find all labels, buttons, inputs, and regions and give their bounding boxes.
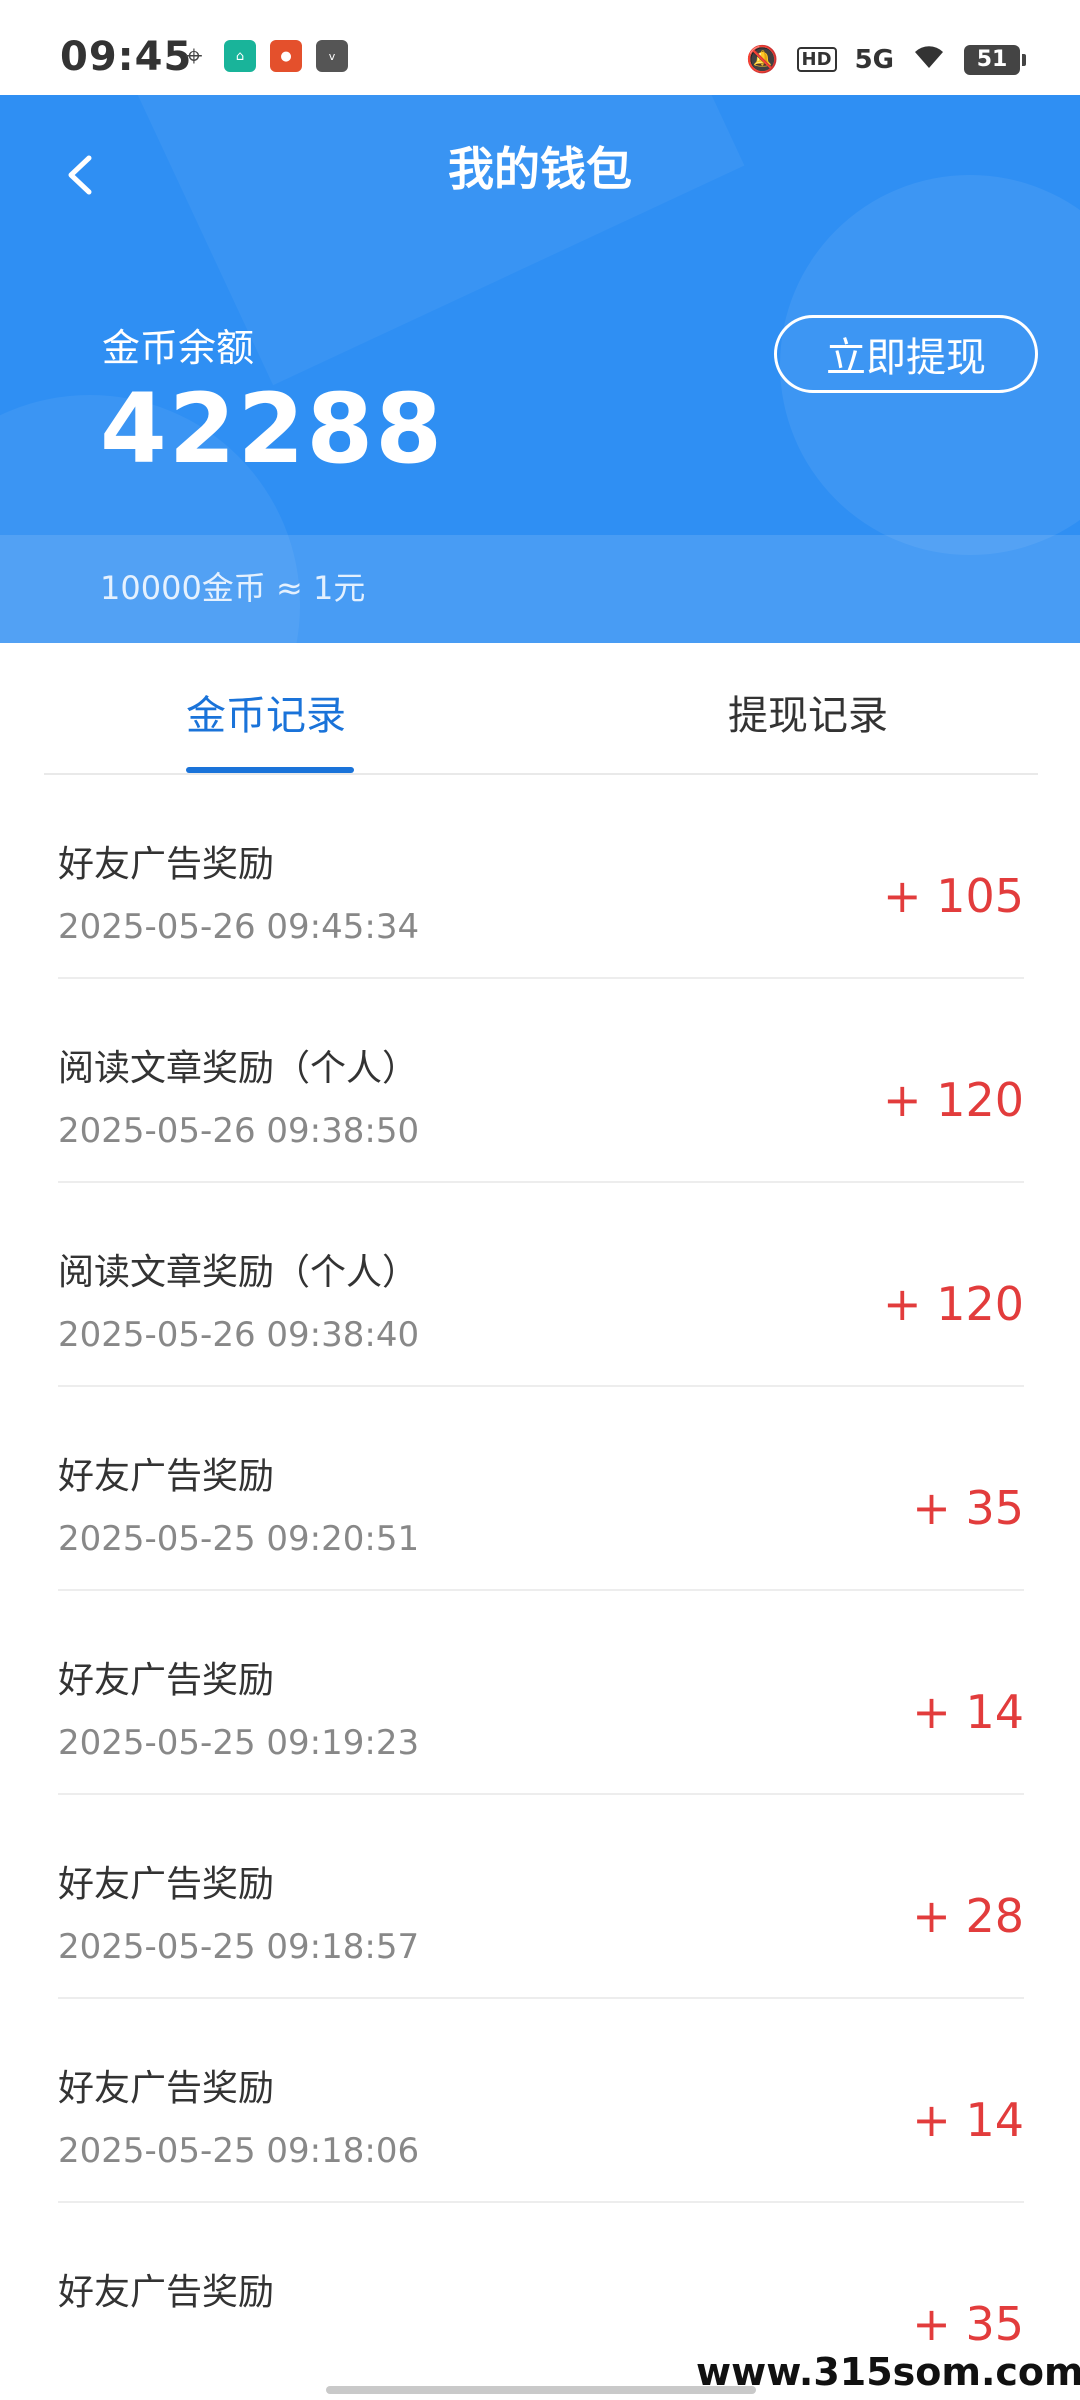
exchange-rate-strip: 10000金币 ≈ 1元: [0, 535, 1080, 643]
status-left-icons: ⌖ ⌂ ● v: [178, 38, 348, 74]
record-time: 2025-05-26 09:38:50: [58, 1111, 420, 1151]
app-notification-icon: ●: [270, 40, 302, 72]
status-time: 09:45: [60, 34, 193, 80]
wifi-icon: [912, 42, 946, 77]
tab-coin-records[interactable]: 金币记录: [186, 683, 346, 741]
list-item[interactable]: 好友广告奖励 2025-05-25 09:19:23 + 14: [58, 1591, 1024, 1795]
record-amount: + 14: [912, 1685, 1024, 1739]
record-time: 2025-05-25 09:20:51: [58, 1519, 420, 1559]
signal-5g-icon: 5G: [854, 44, 894, 75]
record-title: 阅读文章奖励（个人）: [58, 1252, 419, 1293]
record-time: 2025-05-25 09:19:23: [58, 1723, 420, 1763]
list-item[interactable]: 好友广告奖励 2025-05-25 09:18:06 + 14: [58, 1999, 1024, 2203]
record-time: 2025-05-26 09:38:40: [58, 1315, 420, 1355]
record-time: 2025-05-25 09:18:57: [58, 1927, 420, 1967]
wallet-header: 我的钱包 金币余额 42288 立即提现 10000金币 ≈ 1元: [0, 95, 1080, 643]
record-title: 好友广告奖励: [58, 2272, 275, 2313]
record-amount: + 105: [883, 869, 1024, 923]
record-title: 阅读文章奖励（个人）: [58, 1048, 419, 1089]
list-item[interactable]: 阅读文章奖励（个人） 2025-05-26 09:38:50 + 120: [58, 979, 1024, 1183]
status-right-icons: 🔕 HD 5G 51: [746, 42, 1026, 77]
record-title: 好友广告奖励: [58, 844, 275, 885]
record-tabs: 金币记录 提现记录: [44, 643, 1038, 775]
record-title: 好友广告奖励: [58, 1456, 275, 1497]
balance-value: 42288: [100, 373, 444, 485]
record-amount: + 120: [883, 1277, 1024, 1331]
balance-label: 金币余额: [102, 326, 255, 370]
record-amount: + 35: [912, 1481, 1024, 1535]
active-tab-indicator: [186, 767, 354, 773]
list-item[interactable]: 阅读文章奖励（个人） 2025-05-26 09:38:40 + 120: [58, 1183, 1024, 1387]
list-item[interactable]: 好友广告奖励 2025-05-26 09:45:34 + 105: [58, 775, 1024, 979]
vivo-icon: v: [316, 40, 348, 72]
withdraw-now-button[interactable]: 立即提现: [774, 315, 1038, 393]
coin-records-list: 好友广告奖励 2025-05-26 09:45:34 + 105 阅读文章奖励（…: [0, 775, 1080, 2400]
mute-bell-icon: 🔕: [746, 44, 779, 75]
home-indicator[interactable]: [326, 2386, 756, 2394]
hd-icon: HD: [796, 47, 837, 72]
status-bar: 09:45 ⌖ ⌂ ● v 🔕 HD 5G 51: [0, 0, 1080, 95]
location-icon: ⌖: [185, 38, 203, 74]
record-amount: + 28: [912, 1889, 1024, 1943]
page-title: 我的钱包: [448, 142, 632, 196]
record-time: 2025-05-26 09:45:34: [58, 907, 420, 947]
record-amount: + 120: [883, 1073, 1024, 1127]
exchange-rate-text: 10000金币 ≈ 1元: [100, 569, 366, 607]
record-time: 2025-05-25 09:18:06: [58, 2131, 420, 2171]
battery-icon: 51: [964, 44, 1026, 75]
record-title: 好友广告奖励: [58, 2068, 275, 2109]
list-item[interactable]: 好友广告奖励 2025-05-25 09:18:57 + 28: [58, 1795, 1024, 1999]
record-amount: + 14: [912, 2093, 1024, 2147]
list-item[interactable]: 好友广告奖励 2025-05-25 09:20:51 + 35: [58, 1387, 1024, 1591]
record-amount: + 35: [912, 2297, 1024, 2351]
record-title: 好友广告奖励: [58, 1660, 275, 1701]
app-notification-icon: ⌂: [224, 40, 256, 72]
tab-withdraw-records[interactable]: 提现记录: [728, 683, 888, 741]
record-title: 好友广告奖励: [58, 1864, 275, 1905]
